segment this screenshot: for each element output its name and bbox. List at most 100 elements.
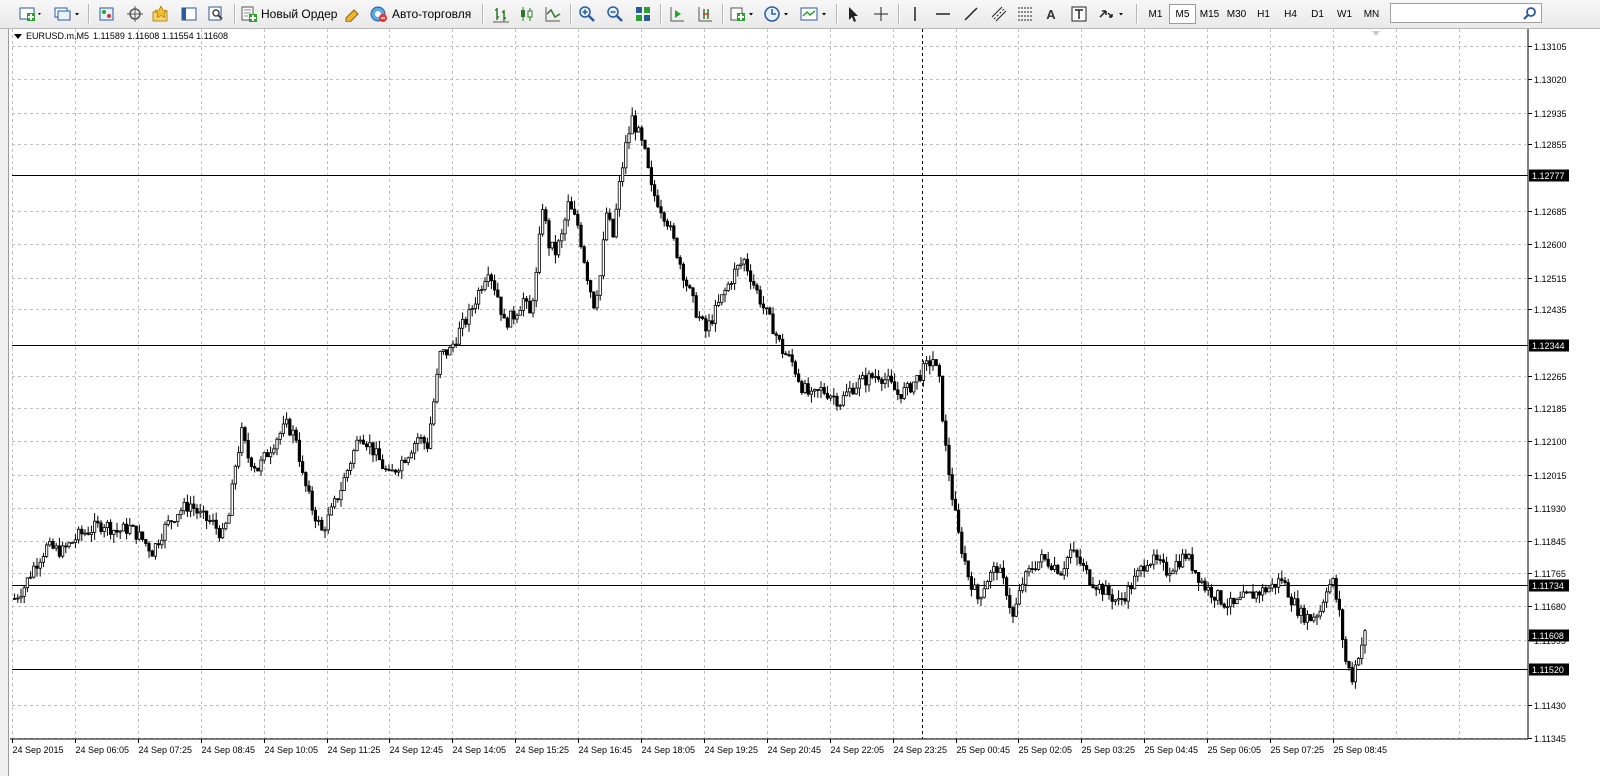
candlestick-chart-button[interactable] [516, 3, 538, 25]
candle [934, 359, 938, 366]
timeframe-w1[interactable]: W1 [1331, 4, 1358, 24]
market-watch-button[interactable] [96, 3, 118, 25]
candle [1088, 568, 1092, 587]
candle [646, 147, 650, 169]
candle [909, 381, 913, 394]
level-price-label: 1.11734 [1532, 581, 1564, 591]
timeframe-m15[interactable]: M15 [1196, 4, 1223, 24]
time-tick-label: 24 Sep 22:05 [831, 745, 885, 755]
time-tick-label: 25 Sep 08:45 [1334, 745, 1388, 755]
tester-button[interactable] [204, 3, 228, 25]
current-price-label: 1.11608 [1532, 631, 1564, 641]
candle [941, 375, 945, 423]
navigator-button[interactable] [124, 3, 146, 25]
time-tick-label: 24 Sep 19:25 [705, 745, 759, 755]
indicators-button[interactable] [728, 3, 756, 25]
zoom-in-button[interactable] [576, 3, 598, 25]
price-tick-label: 1.12685 [1534, 207, 1567, 217]
text-label-tool-button[interactable] [1068, 3, 1090, 25]
tile-windows-button[interactable] [632, 3, 654, 25]
candle [1344, 636, 1348, 665]
price-tick-label: 1.11930 [1534, 504, 1566, 514]
periods-button[interactable] [762, 3, 792, 25]
arrows-tool-button[interactable] [1096, 3, 1128, 25]
zoom-out-button[interactable] [604, 3, 626, 25]
market-watch-icon [99, 7, 114, 21]
candle [1357, 657, 1361, 666]
candle [592, 291, 596, 310]
crosshair-tool-button[interactable] [870, 3, 892, 25]
cursor-tool-button[interactable] [842, 3, 864, 25]
time-tick-label: 24 Sep 2015 [13, 745, 64, 755]
chart-shift-icon [670, 7, 684, 22]
chart-info-label: EURUSD.m,M5 1.11589 1.11608 1.11554 1.11… [14, 31, 228, 41]
candle [288, 417, 292, 437]
text-tool-button[interactable]: A [1040, 3, 1062, 25]
letter-a-icon: A [1046, 6, 1056, 22]
timeframe-mn[interactable]: MN [1358, 4, 1385, 24]
arrows-icon [1099, 10, 1123, 18]
price-chart[interactable]: 1.13105 1.13020 1.12935 1.12855 1.12685 1.126… [0, 29, 1600, 776]
time-tick-label: 25 Sep 07:25 [1271, 745, 1325, 755]
price-tick-label: 1.13020 [1534, 75, 1567, 85]
price-tick-label: 1.11845 [1534, 537, 1566, 547]
bar-chart-button[interactable] [490, 3, 512, 25]
toolbar-separator [570, 4, 572, 24]
level-price-label: 1.11520 [1532, 665, 1564, 675]
auto-trading-button[interactable]: Авто-торговля [369, 3, 473, 25]
search-input[interactable] [1390, 3, 1542, 23]
timeframe-m5[interactable]: M5 [1169, 4, 1196, 24]
trendline-tool-button[interactable] [960, 3, 982, 25]
chart-plot-area[interactable] [10, 29, 1528, 739]
timeframe-m1[interactable]: M1 [1142, 4, 1169, 24]
time-tick-label: 24 Sep 18:05 [642, 745, 696, 755]
price-tick-label: 1.12855 [1534, 140, 1567, 150]
timeframe-m30[interactable]: M30 [1223, 4, 1250, 24]
candlestick-icon [521, 7, 533, 21]
templates-button[interactable] [798, 3, 830, 25]
new-order-button[interactable]: Новый Ордер [240, 3, 338, 25]
time-tick-label: 25 Sep 02:05 [1019, 745, 1073, 755]
search-icon[interactable] [1522, 6, 1538, 22]
candle [1334, 574, 1338, 603]
time-tick-label: 24 Sep 08:45 [202, 745, 256, 755]
timeframe-h1[interactable]: H1 [1250, 4, 1277, 24]
zoom-out-icon [607, 6, 623, 22]
candle [1219, 590, 1223, 606]
trendline-icon [964, 7, 978, 21]
candle [557, 239, 561, 258]
equidistant-channel-tool-button[interactable] [988, 3, 1010, 25]
time-tick-label: 24 Sep 15:25 [516, 745, 570, 755]
price-tick-label: 1.13105 [1534, 42, 1567, 52]
toolbar-separator [722, 4, 724, 24]
dropdown-triangle-icon[interactable] [14, 33, 22, 39]
time-tick-label: 24 Sep 06:05 [76, 745, 130, 755]
time-tick-label: 25 Sep 00:45 [957, 745, 1011, 755]
profiles-button[interactable] [52, 3, 82, 25]
candle [960, 527, 964, 559]
price-tick-label: 1.12100 [1534, 437, 1567, 447]
new-chart-icon [19, 7, 41, 21]
time-axis[interactable]: 24 Sep 2015 24 Sep 06:05 24 Sep 07:25 24 Se… [12, 739, 1388, 755]
magnifier-document-icon [208, 6, 223, 21]
channel-icon [991, 6, 1007, 22]
chart-shift-button[interactable] [666, 3, 688, 25]
crosshair-target-icon [127, 6, 143, 22]
horizontal-line-tool-button[interactable] [932, 3, 954, 25]
auto-scroll-button[interactable] [694, 3, 716, 25]
terminal-button[interactable] [178, 3, 200, 25]
time-tick-label: 24 Sep 10:05 [265, 745, 319, 755]
fibonacci-tool-button[interactable] [1014, 3, 1036, 25]
cursor-icon [849, 7, 858, 22]
favorites-button[interactable] [150, 3, 172, 25]
fibonacci-icon [1018, 7, 1032, 21]
metaeditor-button[interactable] [343, 3, 363, 25]
new-chart-button[interactable] [18, 3, 44, 25]
candle [243, 426, 247, 444]
candle [643, 139, 647, 151]
line-chart-button[interactable] [542, 3, 564, 25]
timeframe-h4[interactable]: H4 [1277, 4, 1304, 24]
vertical-line-tool-button[interactable] [904, 3, 926, 25]
timeframe-d1[interactable]: D1 [1304, 4, 1331, 24]
auto-trading-icon [370, 6, 387, 22]
